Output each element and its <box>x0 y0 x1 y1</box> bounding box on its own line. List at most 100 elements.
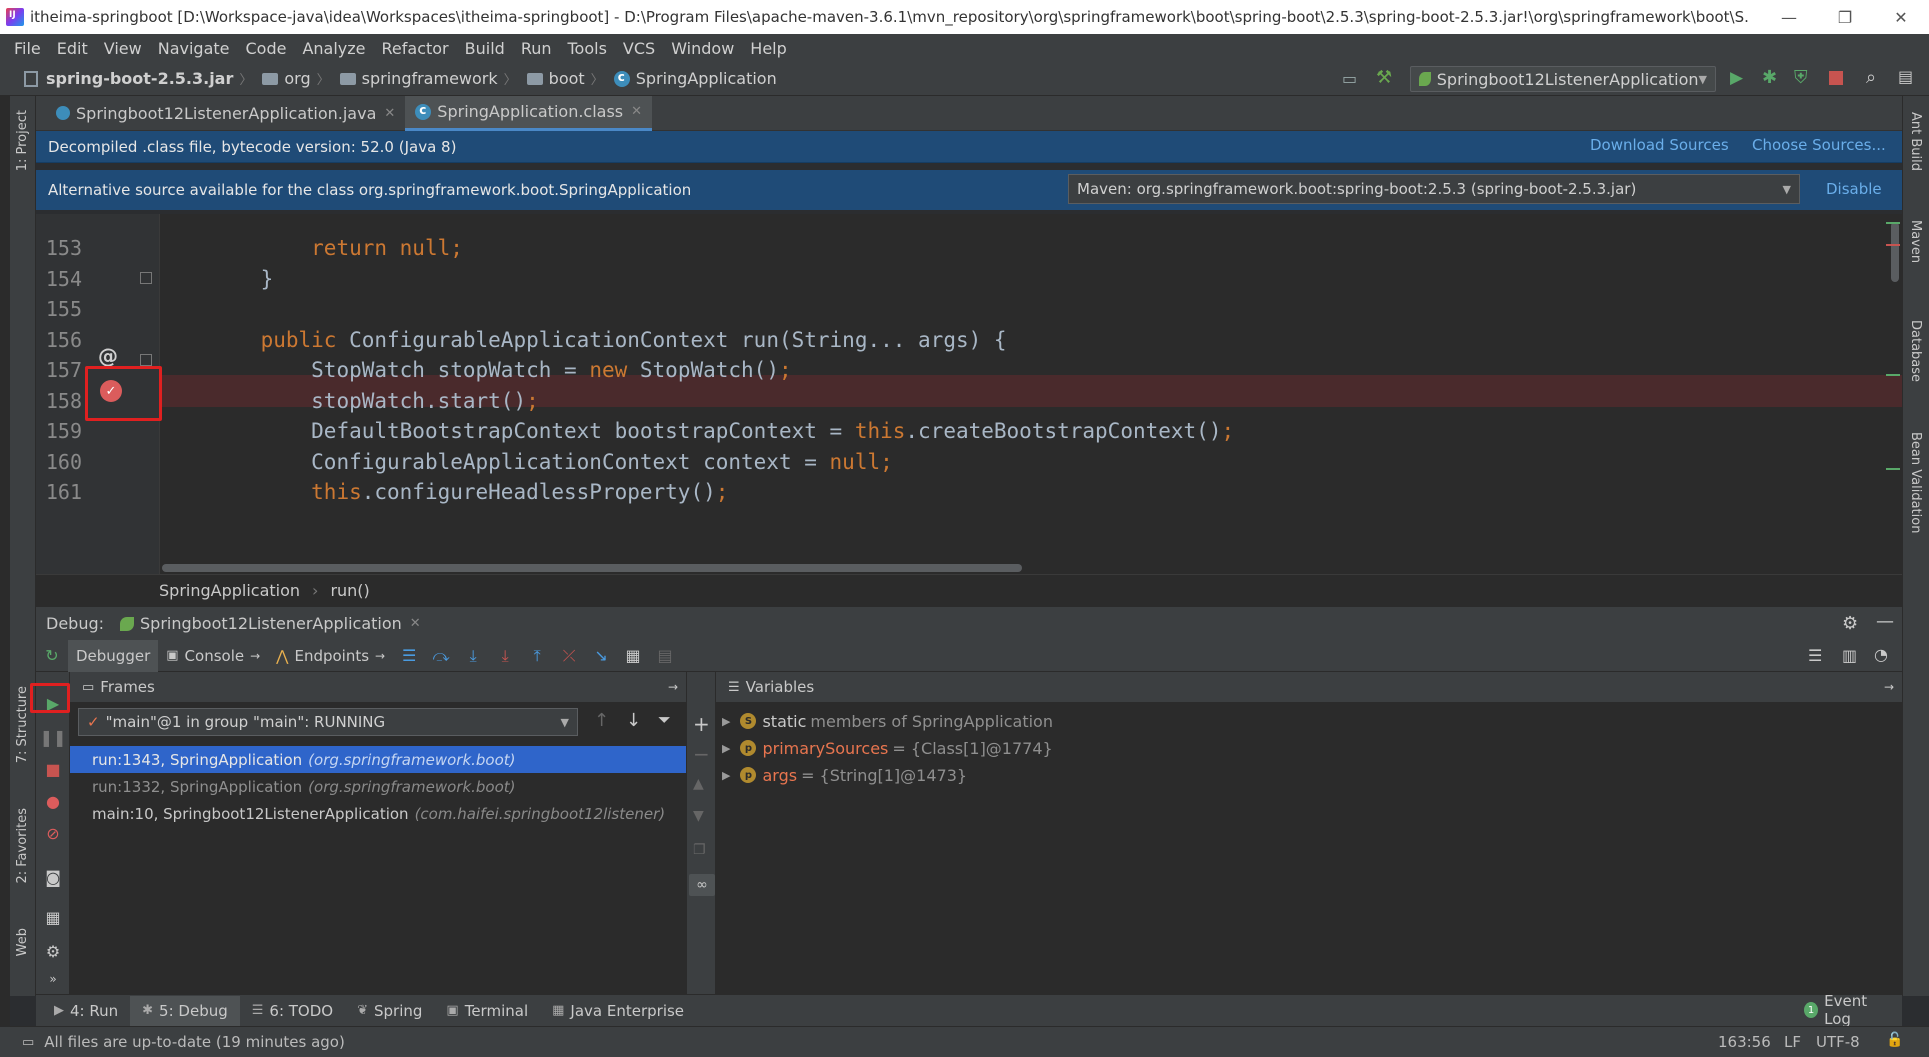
tool-maven[interactable]: Maven <box>1908 220 1923 263</box>
close-session-icon[interactable]: ✕ <box>410 616 421 631</box>
mute-breakpoints-icon[interactable]: ⊘ <box>44 824 62 843</box>
pin-arrow-icon[interactable]: → <box>1884 680 1894 694</box>
menu-file[interactable]: File <box>0 39 49 58</box>
filter-icon[interactable]: ⏷ <box>658 710 671 730</box>
stop-icon[interactable] <box>1829 71 1843 85</box>
pin-arrow-icon[interactable]: → <box>668 680 678 694</box>
settings-icon[interactable]: ⚙ <box>44 942 62 961</box>
tab-spring-application-class[interactable]: SpringApplication.class ✕ <box>405 95 653 131</box>
show-execution-point-icon[interactable]: ☰ <box>400 646 418 665</box>
tab-run[interactable]: ▶ 4: Run <box>42 996 130 1026</box>
event-log-button[interactable]: 1 Event Log <box>1792 992 1902 1028</box>
crumb-class[interactable]: SpringApplication <box>613 69 777 88</box>
gear-icon[interactable]: ⚙ <box>1842 613 1858 634</box>
close-tab-icon[interactable]: ✕ <box>631 104 642 119</box>
stack-frame[interactable]: run:1343, SpringApplication (org.springfr… <box>70 746 686 773</box>
coverage-icon[interactable]: ⛨ <box>1794 67 1808 88</box>
tool-favorites[interactable]: 2: Favorites <box>15 808 30 884</box>
restore-button[interactable]: ❐ <box>1817 0 1873 34</box>
crumb-spring-application[interactable]: SpringApplication <box>159 581 300 600</box>
settings-icon[interactable]: ▤ <box>1898 67 1913 86</box>
crumb-boot[interactable]: boot 〉 <box>526 69 610 88</box>
hide-icon[interactable]: — <box>1876 611 1894 632</box>
file-encoding[interactable]: UTF-8 <box>1816 1033 1860 1051</box>
horizontal-scrollbar[interactable] <box>162 564 1022 572</box>
tab-endpoints[interactable]: ⋀ Endpoints → <box>268 640 393 672</box>
debug-session-tab[interactable]: Springboot12ListenerApplication ✕ <box>120 614 421 633</box>
tab-console[interactable]: ▣ Console → <box>158 640 268 672</box>
run-to-cursor-icon[interactable]: ↘ <box>592 646 610 665</box>
move-up-icon[interactable]: ▲ <box>693 776 704 792</box>
step-over-icon[interactable]: ⤼ <box>432 646 450 665</box>
tool-bean-validation[interactable]: Bean Validation <box>1908 432 1923 533</box>
debug-bug-icon[interactable]: ✱ <box>1762 67 1777 88</box>
more-icon[interactable]: » <box>44 970 62 988</box>
tool-web[interactable]: Web <box>15 928 30 956</box>
previous-frame-icon[interactable]: ↑ <box>594 710 609 731</box>
step-into-icon[interactable]: ⤓ <box>464 646 482 665</box>
menu-build[interactable]: Build <box>457 39 513 58</box>
alternative-source-select[interactable]: Maven: org.springframework.boot:spring-b… <box>1068 174 1800 204</box>
fold-icon[interactable] <box>140 272 152 284</box>
menu-vcs[interactable]: VCS <box>615 39 663 58</box>
tab-debugger[interactable]: Debugger <box>68 639 159 672</box>
window-icon[interactable]: ▭ <box>1342 69 1357 88</box>
crumb-jar[interactable]: spring-boot-2.5.3.jar 〉 <box>24 69 258 88</box>
tool-database[interactable]: Database <box>1908 320 1923 382</box>
force-step-into-icon[interactable]: ⤓ <box>496 646 514 665</box>
move-down-icon[interactable]: ▼ <box>693 808 704 824</box>
menu-help[interactable]: Help <box>742 39 794 58</box>
tool-project[interactable]: 1: Project <box>15 110 30 171</box>
run-icon[interactable]: ▶ <box>1730 68 1743 88</box>
camera-icon[interactable]: ◙ <box>44 868 62 887</box>
stack-frame[interactable]: run:1332, SpringApplication (org.springfr… <box>70 773 686 800</box>
choose-sources-link[interactable]: Choose Sources... <box>1752 136 1886 154</box>
line-separator[interactable]: LF <box>1784 1033 1801 1051</box>
lock-icon[interactable]: 🔓 <box>1886 1032 1903 1048</box>
tab-java-enterprise[interactable]: ▦ Java Enterprise <box>540 996 696 1026</box>
rerun-icon[interactable]: ↻ <box>43 646 61 665</box>
remove-watch-icon[interactable]: − <box>693 742 710 766</box>
tab-terminal[interactable]: ▣ Terminal <box>434 996 540 1026</box>
layout-grid-icon[interactable]: ▦ <box>44 908 62 927</box>
tab-spring[interactable]: ❦ Spring <box>345 996 434 1026</box>
caret-position[interactable]: 163:56 <box>1718 1033 1771 1051</box>
variable-row[interactable]: ▶ S static members of SpringApplication <box>722 708 1053 734</box>
close-tab-icon[interactable]: ✕ <box>384 106 395 121</box>
step-out-icon[interactable]: ⤒ <box>528 646 546 665</box>
menu-tools[interactable]: Tools <box>560 39 615 58</box>
close-button[interactable]: ✕ <box>1873 0 1929 34</box>
tab-debug[interactable]: ✱ 5: Debug <box>130 995 240 1026</box>
view-breakpoints-icon[interactable]: ● <box>44 792 62 811</box>
menu-code[interactable]: Code <box>238 39 295 58</box>
code-editor[interactable]: 153 154 155 156 157 158 159 160 161 @ ✓ … <box>36 214 1902 574</box>
expand-triangle-icon[interactable]: ▶ <box>722 715 730 728</box>
copy-icon[interactable]: ❐ <box>693 842 706 858</box>
crumb-springframework[interactable]: springframework 〉 <box>339 69 523 88</box>
tab-springboot12-listener-application-java[interactable]: Springboot12ListenerApplication.java ✕ <box>46 96 405 131</box>
menu-edit[interactable]: Edit <box>49 39 96 58</box>
fold-icon[interactable] <box>140 354 152 366</box>
next-frame-icon[interactable]: ↓ <box>626 710 641 731</box>
vertical-scrollbar[interactable] <box>1891 222 1899 282</box>
build-hammer-icon[interactable]: ⚒ <box>1376 67 1392 88</box>
evaluate-expression-icon[interactable]: ▦ <box>624 646 642 665</box>
stop-icon[interactable]: ■ <box>44 760 62 779</box>
expand-triangle-icon[interactable]: ▶ <box>722 769 730 782</box>
stack-frame[interactable]: main:10, Springboot12ListenerApplication… <box>70 800 686 827</box>
tab-todo[interactable]: ☰ 6: TODO <box>240 996 345 1026</box>
status-window-icon[interactable]: ▭ <box>22 1035 34 1050</box>
menu-view[interactable]: View <box>96 39 150 58</box>
variable-row[interactable]: ▶ p primarySources = {Class[1]@1774} <box>722 735 1053 761</box>
drop-frame-icon[interactable]: ⤫ <box>560 646 578 665</box>
menu-window[interactable]: Window <box>663 39 742 58</box>
menu-run[interactable]: Run <box>513 39 560 58</box>
thread-select[interactable]: ✓ "main"@1 in group "main": RUNNING ▼ <box>78 708 578 736</box>
search-icon[interactable]: ⌕ <box>1866 67 1876 88</box>
layout-icon[interactable]: ☰ <box>1808 646 1822 665</box>
override-marker-icon[interactable]: @ <box>98 344 118 368</box>
menu-refactor[interactable]: Refactor <box>374 39 457 58</box>
add-watch-icon[interactable]: + <box>693 712 710 736</box>
show-watches-icon[interactable]: ∞ <box>689 874 715 896</box>
tool-ant-build[interactable]: Ant Build <box>1908 112 1923 171</box>
